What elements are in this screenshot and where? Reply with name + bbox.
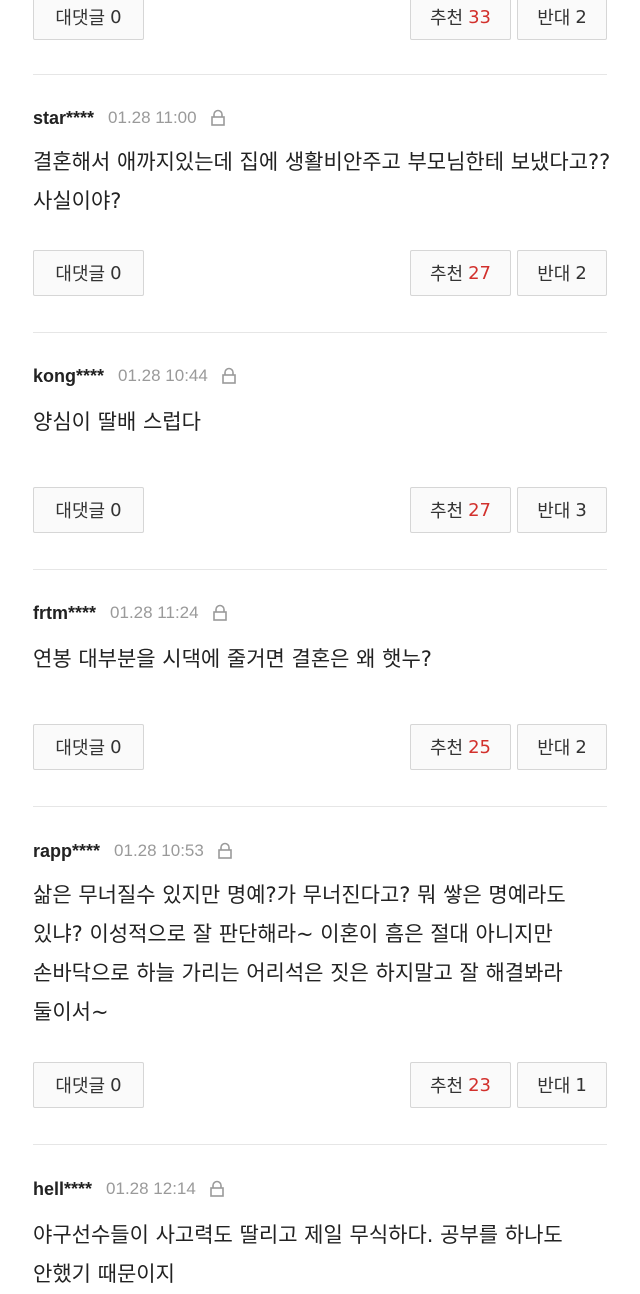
downvote-label: 반대 xyxy=(537,738,571,759)
comment-meta: hell**** 01.28 12:14 xyxy=(33,1178,226,1200)
upvote-label: 추천 xyxy=(429,8,464,29)
comment-meta: kong**** 01.28 10:44 xyxy=(33,365,238,387)
downvote-button[interactable]: 반대 2 xyxy=(517,250,607,296)
lock-icon xyxy=(210,1180,224,1197)
reply-button[interactable]: 대댓글 0 xyxy=(33,487,144,533)
downvote-count: 2 xyxy=(575,6,587,28)
upvote-count: 27 xyxy=(468,499,492,521)
downvote-count: 1 xyxy=(575,1074,587,1096)
downvote-count: 3 xyxy=(575,499,587,521)
reply-count: 0 xyxy=(110,736,122,758)
comment-meta: star**** 01.28 11:00 xyxy=(33,107,227,129)
upvote-label: 추천 xyxy=(429,264,464,285)
reply-button[interactable]: 대댓글 0 xyxy=(33,0,144,40)
divider xyxy=(33,332,607,333)
comment-meta: frtm**** 01.28 11:24 xyxy=(33,602,229,624)
downvote-button[interactable]: 반대 3 xyxy=(517,487,607,533)
downvote-label: 반대 xyxy=(537,264,571,285)
comment-time: 01.28 12:14 xyxy=(106,1179,196,1198)
downvote-count: 2 xyxy=(575,262,587,284)
divider xyxy=(33,1144,607,1145)
upvote-label: 추천 xyxy=(429,1076,464,1097)
reply-count: 0 xyxy=(110,262,122,284)
reply-count: 0 xyxy=(110,1074,122,1096)
upvote-count: 33 xyxy=(468,6,492,28)
comment-time: 01.28 11:24 xyxy=(110,603,199,622)
divider xyxy=(33,806,607,807)
reply-label: 대댓글 xyxy=(55,8,106,29)
reply-button[interactable]: 대댓글 0 xyxy=(33,250,144,296)
comment-meta: rapp**** 01.28 10:53 xyxy=(33,840,234,862)
upvote-button[interactable]: 추천 27 xyxy=(410,250,511,296)
comment-text: 양심이 딸배 스럽다 xyxy=(33,410,201,434)
comment-time: 01.28 10:44 xyxy=(118,366,208,385)
comment-text: 연봉 대부분을 시댁에 줄거면 결혼은 왜 햇누? xyxy=(33,647,432,671)
reply-label: 대댓글 xyxy=(55,501,106,522)
comment-author: hell**** xyxy=(33,1178,93,1199)
divider xyxy=(33,74,607,75)
reply-label: 대댓글 xyxy=(55,1076,106,1097)
reply-button[interactable]: 대댓글 0 xyxy=(33,724,144,770)
lock-icon xyxy=(210,109,225,126)
divider xyxy=(33,569,607,570)
reply-label: 대댓글 xyxy=(55,738,106,759)
reply-count: 0 xyxy=(110,6,122,28)
upvote-button[interactable]: 추천 25 xyxy=(410,724,511,770)
comment-text: 삶은 무너질수 있지만 명예?가 무너진다고? 뭐 쌓은 명예라도 있냐? 이성… xyxy=(33,883,566,1024)
reply-label: 대댓글 xyxy=(55,264,106,285)
comment-author: star**** xyxy=(33,107,95,128)
upvote-button[interactable]: 추천 27 xyxy=(410,487,511,533)
upvote-label: 추천 xyxy=(429,501,464,522)
downvote-label: 반대 xyxy=(537,1076,571,1097)
comment-text: 야구선수들이 사고력도 딸리고 제일 무식하다. 공부를 하나도 안했기 때문이… xyxy=(33,1223,563,1286)
comment-author: frtm**** xyxy=(33,602,97,623)
upvote-count: 23 xyxy=(468,1074,492,1096)
comment-time: 01.28 10:53 xyxy=(114,841,204,860)
reply-count: 0 xyxy=(110,499,122,521)
comment-time: 01.28 11:00 xyxy=(108,108,197,127)
upvote-button[interactable]: 추천 23 xyxy=(410,1062,511,1108)
reply-button[interactable]: 대댓글 0 xyxy=(33,1062,144,1108)
comment-text: 결혼해서 애까지있는데 집에 생활비안주고 부모님한테 보냈다고?? 사실이야? xyxy=(33,150,611,213)
lock-icon xyxy=(222,367,236,384)
downvote-button[interactable]: 반대 2 xyxy=(517,0,607,40)
upvote-button[interactable]: 추천 33 xyxy=(410,0,511,40)
comment-author: rapp**** xyxy=(33,840,101,861)
upvote-label: 추천 xyxy=(429,738,464,759)
downvote-label: 반대 xyxy=(537,501,571,522)
lock-icon xyxy=(212,604,227,621)
upvote-count: 27 xyxy=(468,262,492,284)
downvote-button[interactable]: 반대 2 xyxy=(517,724,607,770)
downvote-label: 반대 xyxy=(537,8,571,29)
downvote-button[interactable]: 반대 1 xyxy=(517,1062,607,1108)
upvote-count: 25 xyxy=(468,736,492,758)
comment-author: kong**** xyxy=(33,365,105,386)
downvote-count: 2 xyxy=(575,736,587,758)
lock-icon xyxy=(218,842,232,859)
